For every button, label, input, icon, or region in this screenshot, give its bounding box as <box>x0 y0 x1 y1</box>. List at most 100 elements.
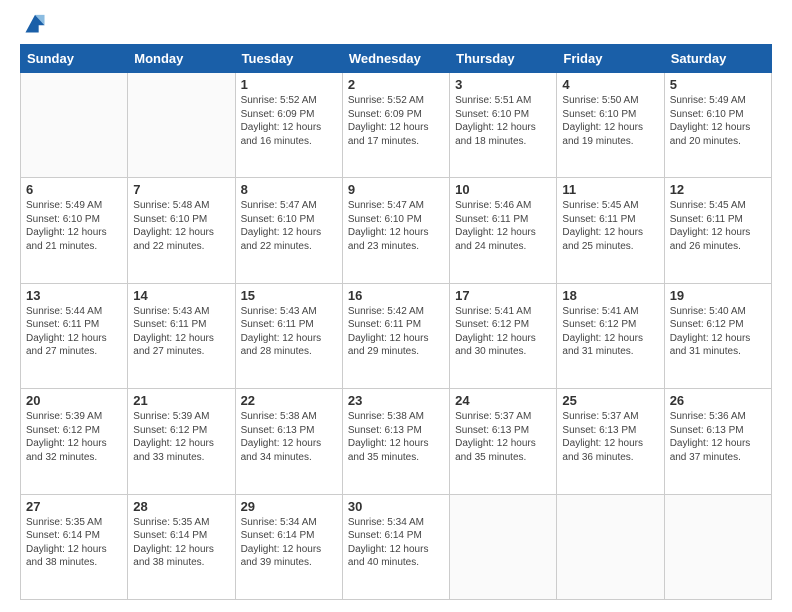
calendar-cell: 8 Sunrise: 5:47 AM Sunset: 6:10 PM Daylig… <box>235 178 342 283</box>
day-info: Sunrise: 5:37 AM Sunset: 6:13 PM Dayligh… <box>562 410 658 464</box>
day-info: Sunrise: 5:47 AM Sunset: 6:10 PM Dayligh… <box>348 199 444 253</box>
weekday-header-friday: Friday <box>557 45 664 73</box>
day-info: Sunrise: 5:41 AM Sunset: 6:12 PM Dayligh… <box>455 305 551 359</box>
day-info: Sunrise: 5:34 AM Sunset: 6:14 PM Dayligh… <box>241 516 337 570</box>
calendar-cell: 27Sunrise: 5:35 AM Sunset: 6:14 PM Dayli… <box>21 494 128 599</box>
day-number: 22 <box>241 393 337 408</box>
day-info: Sunrise: 5:51 AM Sunset: 6:10 PM Dayligh… <box>455 94 551 148</box>
week-row-1: 1 Sunrise: 5:52 AM Sunset: 6:09 PM Daylig… <box>21 73 772 178</box>
day-info: Sunrise: 5:39 AM Sunset: 6:12 PM Dayligh… <box>26 410 122 464</box>
day-number: 2 <box>348 77 444 92</box>
day-info: Sunrise: 5:50 AM Sunset: 6:10 PM Dayligh… <box>562 94 658 148</box>
calendar-cell: 21Sunrise: 5:39 AM Sunset: 6:12 PM Dayli… <box>128 389 235 494</box>
logo-icon <box>24 12 46 34</box>
day-number: 7 <box>133 182 229 197</box>
day-number: 26 <box>670 393 766 408</box>
calendar-cell: 4 Sunrise: 5:50 AM Sunset: 6:10 PM Daylig… <box>557 73 664 178</box>
day-info: Sunrise: 5:42 AM Sunset: 6:11 PM Dayligh… <box>348 305 444 359</box>
day-number: 19 <box>670 288 766 303</box>
day-number: 13 <box>26 288 122 303</box>
calendar-cell: 11Sunrise: 5:45 AM Sunset: 6:11 PM Dayli… <box>557 178 664 283</box>
day-info: Sunrise: 5:38 AM Sunset: 6:13 PM Dayligh… <box>241 410 337 464</box>
calendar-cell: 1 Sunrise: 5:52 AM Sunset: 6:09 PM Daylig… <box>235 73 342 178</box>
calendar-cell <box>557 494 664 599</box>
day-number: 10 <box>455 182 551 197</box>
day-number: 1 <box>241 77 337 92</box>
calendar-cell: 15 Sunrise: 5:43 AM Sunset: 6:11 PM Dayli… <box>235 283 342 388</box>
page: SundayMondayTuesdayWednesdayThursdayFrid… <box>0 0 792 612</box>
header <box>20 16 772 34</box>
day-number: 4 <box>562 77 658 92</box>
week-row-3: 13 Sunrise: 5:44 AM Sunset: 6:11 PM Dayli… <box>21 283 772 388</box>
day-info: Sunrise: 5:44 AM Sunset: 6:11 PM Dayligh… <box>26 305 122 359</box>
calendar-cell: 7 Sunrise: 5:48 AM Sunset: 6:10 PM Daylig… <box>128 178 235 283</box>
weekday-header-row: SundayMondayTuesdayWednesdayThursdayFrid… <box>21 45 772 73</box>
day-info: Sunrise: 5:52 AM Sunset: 6:09 PM Dayligh… <box>348 94 444 148</box>
calendar-cell: 23Sunrise: 5:38 AM Sunset: 6:13 PM Dayli… <box>342 389 449 494</box>
calendar-cell <box>664 494 771 599</box>
calendar-cell: 19 Sunrise: 5:40 AM Sunset: 6:12 PM Dayli… <box>664 283 771 388</box>
calendar-cell: 10 Sunrise: 5:46 AM Sunset: 6:11 PM Dayli… <box>450 178 557 283</box>
week-row-5: 27 Sunrise: 5:35 AM Sunset: 6:14 PM Dayli… <box>21 494 772 599</box>
calendar-cell: 18 Sunrise: 5:41 AM Sunset: 6:12 PM Dayli… <box>557 283 664 388</box>
calendar-cell <box>450 494 557 599</box>
calendar-cell: 6 Sunrise: 5:49 AM Sunset: 6:10 PM Daylig… <box>21 178 128 283</box>
day-number: 3 <box>455 77 551 92</box>
day-info: Sunrise: 5:48 AM Sunset: 6:10 PM Dayligh… <box>133 199 229 253</box>
day-info: Sunrise: 5:43 AM Sunset: 6:11 PM Dayligh… <box>133 305 229 359</box>
day-number: 11 <box>562 182 658 197</box>
day-info: Sunrise: 5:43 AM Sunset: 6:11 PM Dayligh… <box>241 305 337 359</box>
weekday-header-saturday: Saturday <box>664 45 771 73</box>
calendar-cell: 16Sunrise: 5:42 AM Sunset: 6:11 PM Dayli… <box>342 283 449 388</box>
day-number: 14 <box>133 288 229 303</box>
calendar-cell: 17 Sunrise: 5:41 AM Sunset: 6:12 PM Dayli… <box>450 283 557 388</box>
calendar-cell: 22 Sunrise: 5:38 AM Sunset: 6:13 PM Dayli… <box>235 389 342 494</box>
day-number: 24 <box>455 393 551 408</box>
calendar-cell: 5 Sunrise: 5:49 AM Sunset: 6:10 PM Daylig… <box>664 73 771 178</box>
calendar-cell <box>21 73 128 178</box>
weekday-header-thursday: Thursday <box>450 45 557 73</box>
calendar-cell: 20Sunrise: 5:39 AM Sunset: 6:12 PM Dayli… <box>21 389 128 494</box>
calendar-cell: 29 Sunrise: 5:34 AM Sunset: 6:14 PM Dayli… <box>235 494 342 599</box>
calendar-cell <box>128 73 235 178</box>
day-number: 12 <box>670 182 766 197</box>
calendar-cell: 9Sunrise: 5:47 AM Sunset: 6:10 PM Daylig… <box>342 178 449 283</box>
day-number: 30 <box>348 499 444 514</box>
day-info: Sunrise: 5:40 AM Sunset: 6:12 PM Dayligh… <box>670 305 766 359</box>
day-number: 6 <box>26 182 122 197</box>
day-info: Sunrise: 5:36 AM Sunset: 6:13 PM Dayligh… <box>670 410 766 464</box>
calendar-cell: 24 Sunrise: 5:37 AM Sunset: 6:13 PM Dayli… <box>450 389 557 494</box>
day-number: 15 <box>241 288 337 303</box>
weekday-header-sunday: Sunday <box>21 45 128 73</box>
day-number: 25 <box>562 393 658 408</box>
day-info: Sunrise: 5:46 AM Sunset: 6:11 PM Dayligh… <box>455 199 551 253</box>
day-info: Sunrise: 5:37 AM Sunset: 6:13 PM Dayligh… <box>455 410 551 464</box>
calendar-cell: 3 Sunrise: 5:51 AM Sunset: 6:10 PM Daylig… <box>450 73 557 178</box>
calendar-cell: 13 Sunrise: 5:44 AM Sunset: 6:11 PM Dayli… <box>21 283 128 388</box>
day-number: 8 <box>241 182 337 197</box>
weekday-header-tuesday: Tuesday <box>235 45 342 73</box>
calendar-cell: 30 Sunrise: 5:34 AM Sunset: 6:14 PM Dayli… <box>342 494 449 599</box>
day-info: Sunrise: 5:49 AM Sunset: 6:10 PM Dayligh… <box>670 94 766 148</box>
calendar-cell: 12Sunrise: 5:45 AM Sunset: 6:11 PM Dayli… <box>664 178 771 283</box>
week-row-4: 20Sunrise: 5:39 AM Sunset: 6:12 PM Dayli… <box>21 389 772 494</box>
day-info: Sunrise: 5:34 AM Sunset: 6:14 PM Dayligh… <box>348 516 444 570</box>
calendar-table: SundayMondayTuesdayWednesdayThursdayFrid… <box>20 44 772 600</box>
day-info: Sunrise: 5:52 AM Sunset: 6:09 PM Dayligh… <box>241 94 337 148</box>
day-number: 18 <box>562 288 658 303</box>
day-number: 17 <box>455 288 551 303</box>
day-number: 5 <box>670 77 766 92</box>
day-number: 27 <box>26 499 122 514</box>
logo <box>20 16 46 34</box>
weekday-header-monday: Monday <box>128 45 235 73</box>
day-number: 29 <box>241 499 337 514</box>
day-number: 28 <box>133 499 229 514</box>
day-info: Sunrise: 5:35 AM Sunset: 6:14 PM Dayligh… <box>133 516 229 570</box>
calendar-cell: 26 Sunrise: 5:36 AM Sunset: 6:13 PM Dayli… <box>664 389 771 494</box>
day-info: Sunrise: 5:47 AM Sunset: 6:10 PM Dayligh… <box>241 199 337 253</box>
weekday-header-wednesday: Wednesday <box>342 45 449 73</box>
day-number: 21 <box>133 393 229 408</box>
day-info: Sunrise: 5:49 AM Sunset: 6:10 PM Dayligh… <box>26 199 122 253</box>
day-info: Sunrise: 5:41 AM Sunset: 6:12 PM Dayligh… <box>562 305 658 359</box>
day-info: Sunrise: 5:38 AM Sunset: 6:13 PM Dayligh… <box>348 410 444 464</box>
